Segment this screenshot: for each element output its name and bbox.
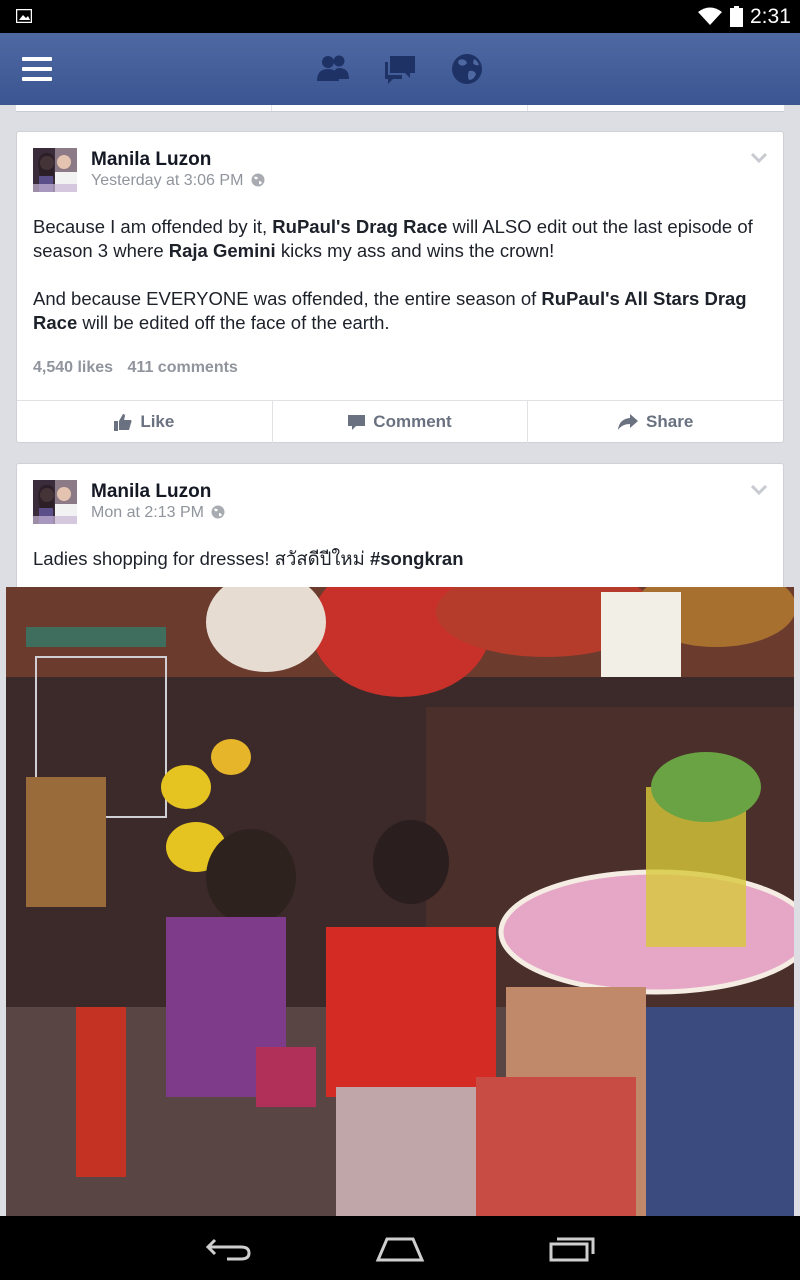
notifications-globe-icon[interactable] bbox=[450, 51, 486, 87]
chevron-down-icon[interactable] bbox=[751, 485, 767, 495]
post-text: Because I am offended by it, RuPaul's Dr… bbox=[33, 215, 763, 335]
timestamp-text: Yesterday at 3:06 PM bbox=[91, 172, 244, 189]
comment-label: Comment bbox=[373, 412, 452, 431]
status-bar: 2:31 bbox=[0, 0, 800, 33]
recent-apps-icon[interactable] bbox=[548, 1236, 596, 1262]
author-name[interactable]: Manila Luzon bbox=[91, 481, 211, 503]
page-mention[interactable]: RuPaul's Drag Race bbox=[272, 216, 447, 237]
chevron-down-icon[interactable] bbox=[751, 153, 767, 163]
post-actions: Like Comment Share bbox=[17, 400, 783, 443]
post-timestamp[interactable]: Yesterday at 3:06 PM bbox=[91, 172, 265, 190]
comment-icon bbox=[348, 414, 366, 430]
post-paragraph: And because EVERYONE was offended, the e… bbox=[33, 288, 747, 333]
share-button[interactable]: Share bbox=[528, 401, 783, 443]
post-timestamp[interactable]: Mon at 2:13 PM bbox=[91, 504, 225, 522]
timestamp-text: Mon at 2:13 PM bbox=[91, 504, 204, 521]
comments-count[interactable]: 411 comments bbox=[128, 359, 238, 376]
battery-icon bbox=[730, 6, 743, 27]
likes-count[interactable]: 4,540 likes bbox=[33, 359, 113, 376]
top-nav-bar bbox=[0, 33, 800, 105]
post-paragraph: Because I am offended by it, RuPaul's Dr… bbox=[33, 216, 753, 261]
hashtag-link[interactable]: #songkran bbox=[370, 548, 464, 569]
messages-icon[interactable] bbox=[382, 51, 418, 87]
share-arrow-icon bbox=[618, 414, 639, 430]
like-button[interactable]: Like bbox=[17, 401, 273, 443]
post-card: Manila Luzon Yesterday at 3:06 PM Becaus… bbox=[16, 131, 784, 443]
menu-icon[interactable] bbox=[22, 55, 52, 83]
wifi-icon bbox=[698, 7, 722, 25]
home-icon[interactable] bbox=[375, 1236, 425, 1262]
public-globe-icon bbox=[251, 173, 265, 187]
post-stats: 4,540 likes 411 comments bbox=[33, 359, 248, 377]
post-text: Ladies shopping for dresses! สวัสดีปีใหม… bbox=[33, 548, 464, 569]
author-name[interactable]: Manila Luzon bbox=[91, 149, 211, 171]
back-icon[interactable] bbox=[205, 1236, 253, 1262]
avatar[interactable] bbox=[33, 480, 77, 524]
like-label: Like bbox=[140, 412, 175, 431]
share-label: Share bbox=[646, 412, 694, 431]
friend-requests-icon[interactable] bbox=[315, 51, 351, 87]
public-globe-icon bbox=[211, 505, 225, 519]
avatar[interactable] bbox=[33, 148, 77, 192]
comment-button[interactable]: Comment bbox=[273, 401, 529, 443]
post-photo[interactable] bbox=[6, 587, 794, 1217]
thumbs-up-icon bbox=[114, 414, 132, 431]
clock: 2:31 bbox=[750, 5, 791, 28]
previous-post-actions-tail bbox=[16, 105, 784, 112]
image-notification-icon bbox=[16, 9, 32, 23]
system-navigation-bar bbox=[0, 1216, 800, 1280]
page-mention[interactable]: Raja Gemini bbox=[169, 240, 276, 261]
